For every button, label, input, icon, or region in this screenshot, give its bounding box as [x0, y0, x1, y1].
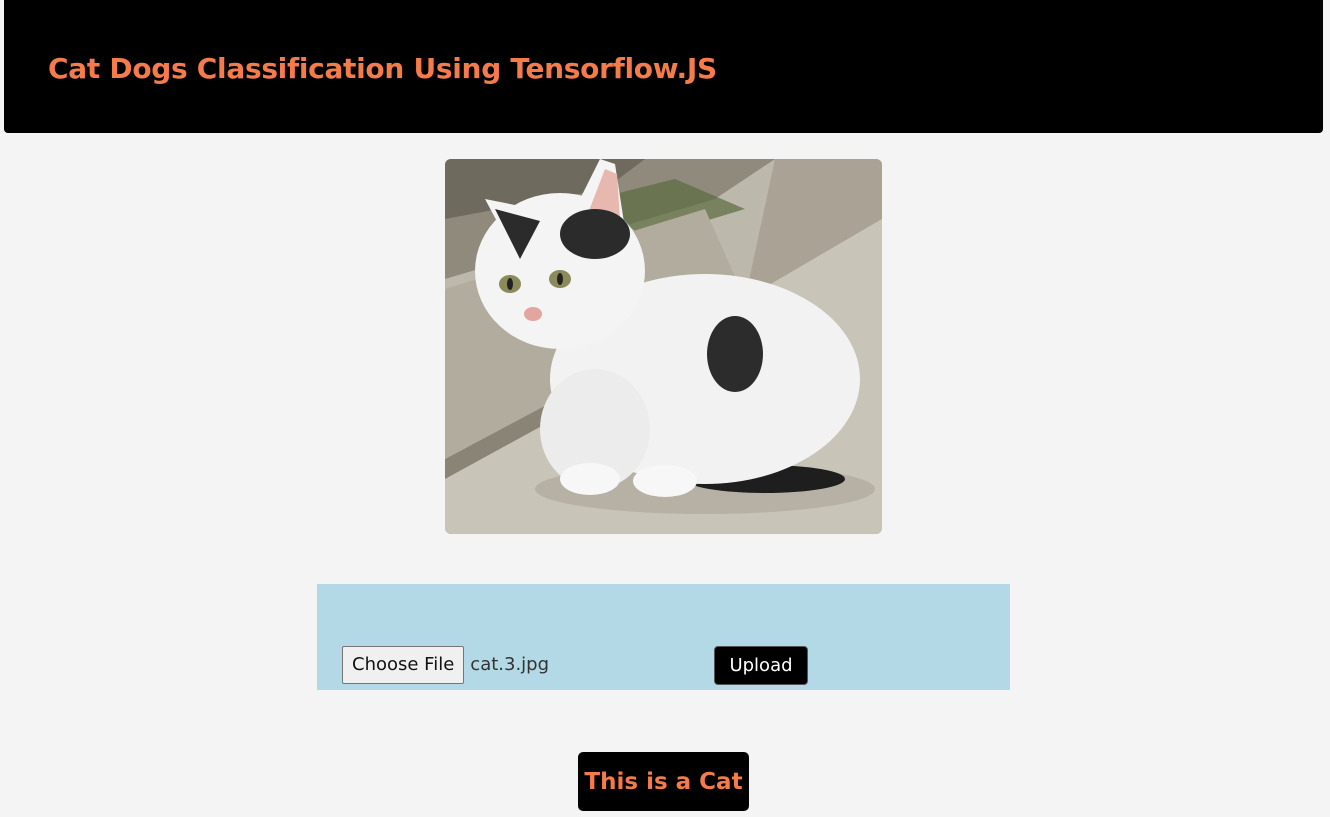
- upload-button[interactable]: Upload: [714, 646, 808, 685]
- choose-file-button[interactable]: Choose File: [342, 646, 465, 684]
- selected-file-name: cat.3.jpg: [470, 654, 550, 675]
- app-header: Cat Dogs Classification Using Tensorflow…: [4, 0, 1323, 133]
- page-title: Cat Dogs Classification Using Tensorflow…: [48, 52, 717, 85]
- image-preview: [445, 159, 882, 534]
- cat-photo: [445, 159, 882, 534]
- upload-panel: Choose File cat.3.jpg Upload: [317, 584, 1010, 690]
- prediction-result: This is a Cat: [578, 752, 749, 811]
- file-input[interactable]: Choose File cat.3.jpg: [342, 646, 549, 684]
